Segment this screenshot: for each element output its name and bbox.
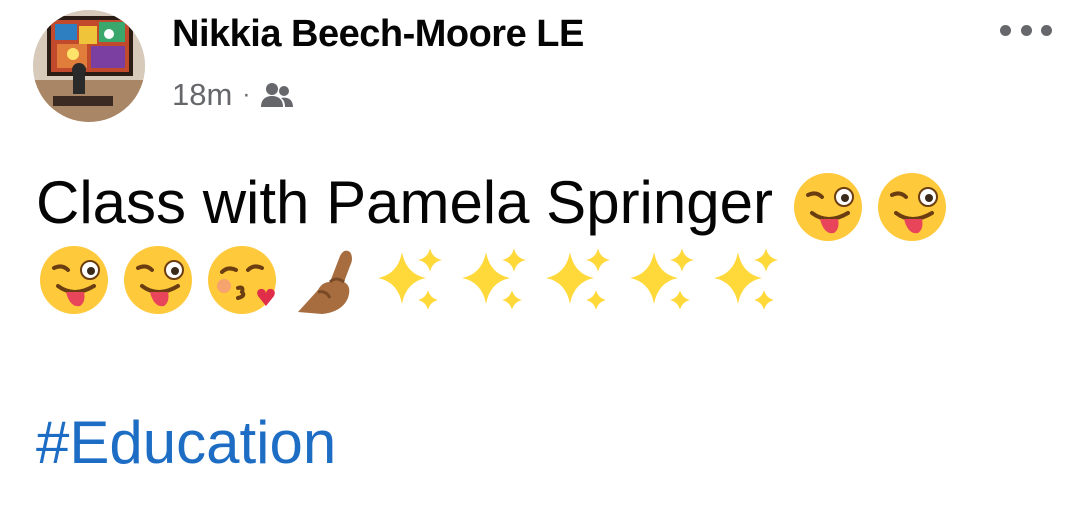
sparkles-icon [546, 248, 610, 310]
meta-separator: · [242, 81, 251, 108]
friends-icon[interactable] [260, 82, 294, 108]
winking-face-with-tongue-icon [40, 246, 108, 314]
message-text: Class with Pamela Springer [36, 169, 773, 236]
winking-face-with-tongue-icon [793, 173, 862, 242]
message-line-2 [36, 242, 1036, 318]
message-line-1: Class with Pamela Springer [36, 160, 1036, 246]
more-dot [1000, 24, 1011, 36]
hashtag-link[interactable]: #Education [36, 408, 336, 477]
face-blowing-a-kiss-icon [208, 246, 276, 314]
author-name[interactable]: Nikkia Beech-Moore LE [172, 13, 584, 56]
post-message: Class with Pamela Springer [36, 160, 1036, 318]
more-dot [1041, 24, 1052, 36]
winking-face-with-tongue-icon [124, 246, 192, 314]
more-dot [1020, 24, 1032, 36]
sparkles-icon [462, 248, 526, 310]
avatar-image [33, 10, 145, 122]
sparkles-icon [714, 248, 778, 310]
emoji-group-1 [790, 169, 950, 245]
more-options-icon[interactable] [1000, 18, 1052, 42]
sparkles-icon [378, 248, 442, 310]
avatar[interactable] [33, 10, 145, 122]
winking-face-with-tongue-icon [877, 173, 946, 242]
pinched-fingers-icon [298, 250, 352, 314]
post-timestamp[interactable]: 18m [172, 77, 232, 113]
post-meta: 18m · [172, 75, 294, 115]
sparkles-icon [630, 248, 694, 310]
